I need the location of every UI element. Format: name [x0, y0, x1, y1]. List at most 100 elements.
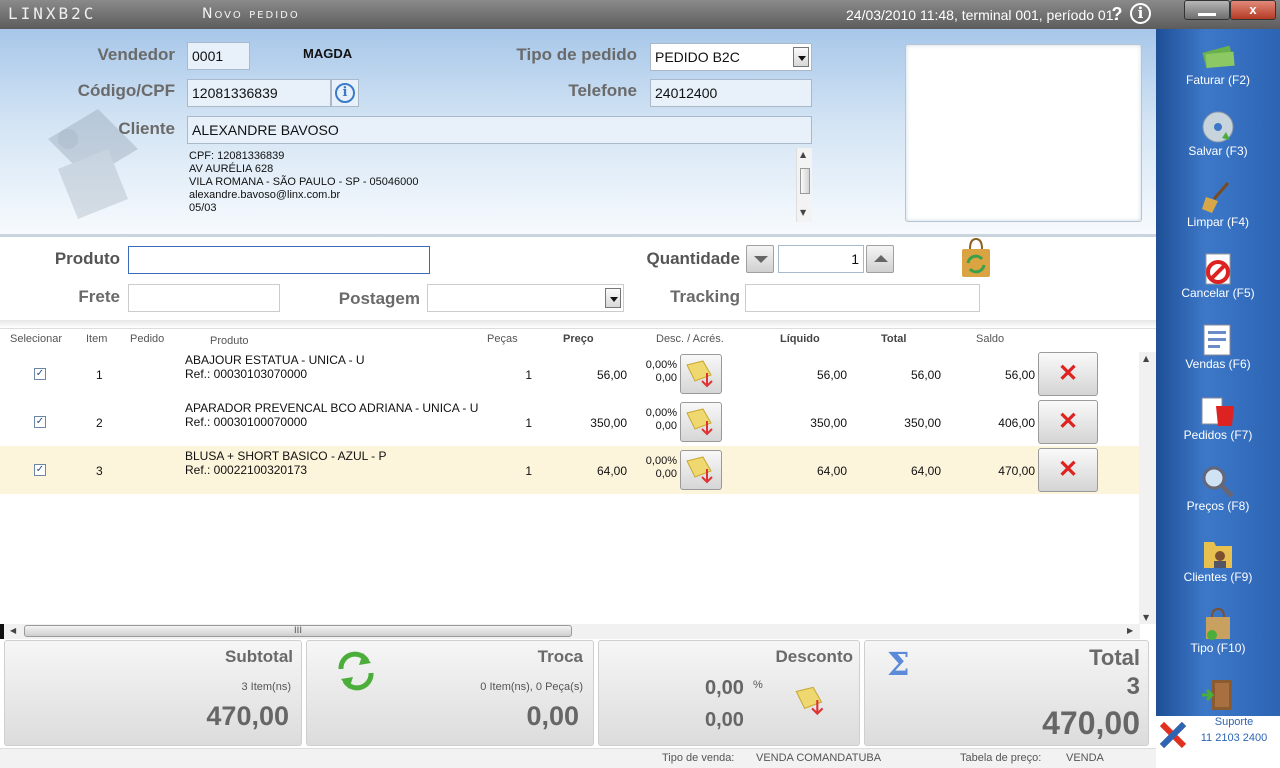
sidebar-item-label: Clientes (F9): [1183, 570, 1253, 584]
delete-row-button[interactable]: ✕: [1038, 400, 1098, 444]
col-header-saldo[interactable]: Saldo: [976, 333, 1004, 345]
discount-button[interactable]: [789, 681, 833, 721]
scroll-thumb[interactable]: III: [24, 625, 572, 637]
col-header-selecionar[interactable]: Selecionar: [10, 333, 62, 345]
delete-x-icon: ✕: [1057, 456, 1079, 483]
delete-row-button[interactable]: ✕: [1038, 448, 1098, 492]
col-header-pedido[interactable]: Pedido: [130, 333, 164, 345]
chevron-down-icon[interactable]: [793, 47, 809, 67]
scroll-left-icon[interactable]: ◀: [10, 626, 16, 635]
sidebar-item-label: Cancelar (F5): [1181, 286, 1255, 300]
vendedor-label: Vendedor: [97, 45, 175, 64]
scroll-down-icon[interactable]: ▼: [1143, 613, 1149, 622]
salvar-button[interactable]: Salvar (F3): [1156, 106, 1280, 176]
table-row[interactable]: ✓ 3 BLUSA + SHORT BASICO - AZUL - P Ref.…: [0, 446, 1139, 494]
row-preco: 64,00: [596, 464, 627, 478]
support-label: Suporte: [1214, 716, 1254, 728]
col-header-pecas[interactable]: Peças: [487, 333, 518, 345]
clientes-button[interactable]: Clientes (F9): [1156, 532, 1280, 602]
telefone-field[interactable]: 24012400: [650, 79, 812, 107]
chevron-down-icon[interactable]: [605, 288, 621, 308]
scroll-thumb[interactable]: [800, 168, 810, 194]
discount-button[interactable]: [680, 354, 722, 394]
pedidos-button[interactable]: Pedidos (F7): [1156, 390, 1280, 460]
tipo-pedido-label: Tipo de pedido: [516, 45, 637, 64]
grid-vertical-scrollbar[interactable]: ▲ ▼: [1139, 352, 1156, 624]
shopping-bag-icon[interactable]: [956, 237, 996, 279]
row-product-name: BLUSA + SHORT BASICO - AZUL - P: [185, 449, 387, 463]
info-circle-icon: i: [335, 83, 355, 103]
close-button[interactable]: x: [1230, 0, 1276, 20]
subtotal-label: Subtotal: [225, 647, 293, 666]
postagem-select[interactable]: [427, 284, 624, 312]
limpar-button[interactable]: Limpar (F4): [1156, 177, 1280, 247]
tipo-pedido-select[interactable]: PEDIDO B2C: [650, 43, 812, 71]
table-row[interactable]: ✓ 1 ABAJOUR ESTATUA - UNICA - U Ref.: 00…: [0, 350, 1139, 398]
table-row[interactable]: ✓ 2 APARADOR PREVENCAL BCO ADRIANA - UNI…: [0, 398, 1139, 446]
subtotal-panel: Subtotal 3 Item(ns) 470,00: [4, 640, 302, 746]
scroll-up-icon[interactable]: ▲: [1143, 354, 1149, 363]
help-icon[interactable]: ?: [1106, 3, 1128, 25]
discount-button[interactable]: [680, 402, 722, 442]
delete-x-icon: ✕: [1057, 360, 1079, 387]
minimize-button[interactable]: [1184, 0, 1230, 20]
status-bar: Tipo de venda: VENDA COMANDATUBA Tabela …: [0, 748, 1156, 768]
arrow-down-icon: [754, 256, 768, 263]
scroll-down-icon[interactable]: ▼: [800, 208, 806, 217]
exit-button[interactable]: [1156, 674, 1280, 714]
discount-tag-icon: [795, 686, 824, 716]
row-liquido: 350,00: [810, 416, 847, 430]
frete-input[interactable]: [128, 284, 280, 312]
quantity-increase-button[interactable]: [866, 245, 894, 273]
vendedor-code-field[interactable]: 0001: [187, 42, 250, 70]
support-phone: 11 2103 2400: [1200, 732, 1268, 744]
sidebar-item-label: Faturar (F2): [1185, 73, 1250, 87]
row-checkbox[interactable]: ✓: [34, 368, 46, 380]
vendedor-name: MAGDA: [303, 46, 353, 61]
tipo-button[interactable]: Tipo (F10): [1156, 603, 1280, 673]
sidebar-item-label: Vendas (F6): [1185, 357, 1251, 371]
exit-door-icon: [1200, 678, 1236, 712]
codigo-cpf-label: Código/CPF: [77, 81, 175, 100]
total-count: 3: [1126, 673, 1140, 700]
col-header-total[interactable]: Total: [881, 333, 906, 345]
col-header-liquido[interactable]: Líquido: [780, 333, 820, 345]
cliente-field[interactable]: ALEXANDRE BAVOSO: [187, 116, 812, 144]
sigma-icon: Σ: [887, 645, 910, 683]
address-scrollbar[interactable]: ▲ ▼: [796, 148, 812, 222]
row-saldo: 406,00: [998, 416, 1035, 430]
row-checkbox[interactable]: ✓: [34, 464, 46, 476]
info-icon[interactable]: i: [1130, 3, 1151, 24]
sidebar-item-label: Limpar (F4): [1186, 215, 1249, 229]
discount-tag-icon: [686, 360, 713, 388]
row-item: 2: [96, 416, 103, 430]
produto-input[interactable]: [128, 246, 430, 274]
col-header-preco[interactable]: Preço: [563, 333, 594, 345]
row-checkbox[interactable]: ✓: [34, 416, 46, 428]
client-info-button[interactable]: i: [331, 79, 359, 107]
grid-horizontal-scrollbar[interactable]: ◀ III ▶: [0, 624, 1140, 639]
quantidade-input[interactable]: 1: [778, 245, 864, 273]
scroll-right-icon[interactable]: ▶: [1127, 626, 1133, 635]
tipo-pedido-value: PEDIDO B2C: [655, 49, 740, 65]
title-bar: LINXB2C Novo pedido 24/03/2010 11:48, te…: [0, 0, 1280, 29]
row-desc-pct: 0,00%: [645, 407, 677, 419]
discount-tag-icon: [686, 456, 713, 484]
tracking-input[interactable]: [745, 284, 980, 312]
delete-row-button[interactable]: ✕: [1038, 352, 1098, 396]
precos-button[interactable]: Preços (F8): [1156, 461, 1280, 531]
scroll-up-icon[interactable]: ▲: [800, 150, 806, 159]
sidebar-item-label: Salvar (F3): [1188, 144, 1248, 158]
total-panel: Σ Total 3 470,00: [864, 640, 1149, 746]
col-header-item[interactable]: Item: [86, 333, 107, 345]
codigo-cpf-field[interactable]: 12081336839: [187, 79, 331, 107]
col-header-produto[interactable]: Produto: [210, 335, 249, 347]
vendas-button[interactable]: Vendas (F6): [1156, 319, 1280, 389]
discount-button[interactable]: [680, 450, 722, 490]
broom-icon: [1200, 181, 1236, 215]
cancelar-button[interactable]: Cancelar (F5): [1156, 248, 1280, 318]
faturar-button[interactable]: Faturar (F2): [1156, 35, 1280, 105]
desconto-label: Desconto: [775, 647, 853, 666]
quantity-decrease-button[interactable]: [746, 245, 774, 273]
col-header-desc[interactable]: Desc. / Acrés.: [656, 333, 724, 345]
